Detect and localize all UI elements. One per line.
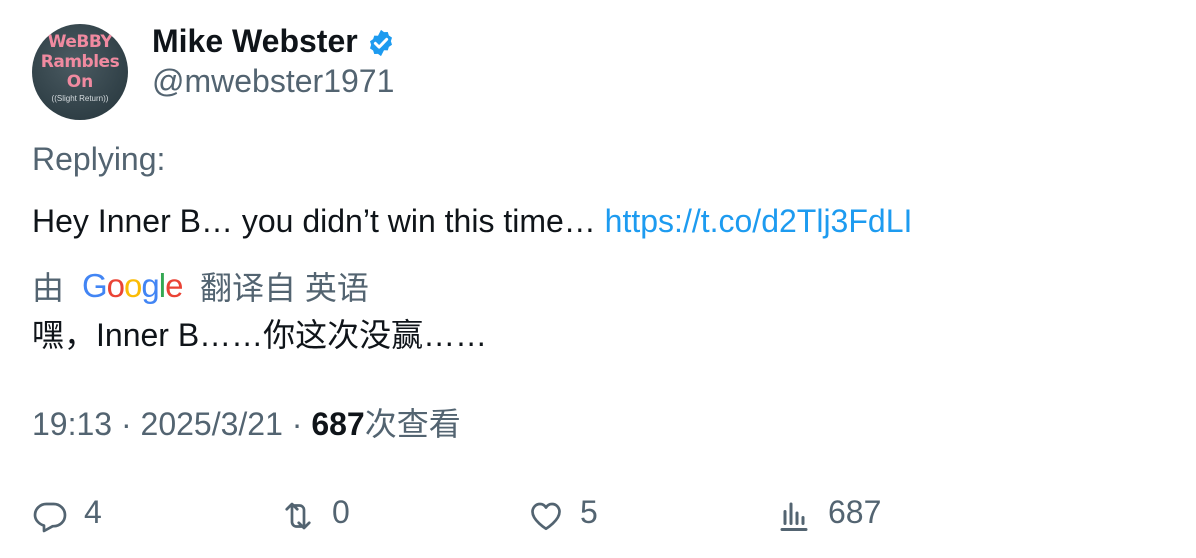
author-handle[interactable]: @mwebster1971: [152, 62, 394, 100]
views-count: 687: [311, 406, 365, 442]
tweet-body: Hey Inner B… you didn’t win this time…: [32, 203, 596, 239]
avatar-text-line4: ((Slight Return)): [51, 94, 109, 103]
action-bar: 4 0 5 687: [0, 490, 1196, 534]
translated-from-label: 翻译自 英语: [200, 270, 369, 306]
reply-button[interactable]: 4: [32, 490, 152, 534]
replying-label: Replying:: [32, 141, 166, 177]
google-logo: Google: [82, 267, 183, 304]
heart-icon: [531, 502, 561, 531]
avatar-text-line1: WeBBY: [47, 32, 113, 52]
translated-by-label: 由: [32, 270, 65, 306]
like-button[interactable]: 5: [528, 490, 648, 534]
tweet-date[interactable]: 2025/3/21: [141, 406, 283, 442]
like-count: 5: [580, 494, 598, 530]
views-label: 次查看: [364, 406, 461, 442]
analytics-icon: [780, 502, 808, 531]
reply-count: 4: [84, 494, 102, 530]
tweet-time[interactable]: 19:13: [32, 406, 112, 442]
retweet-button[interactable]: 0: [280, 490, 400, 534]
views-action-count: 687: [828, 494, 882, 530]
retweet-count: 0: [332, 494, 350, 530]
tweet-link[interactable]: https://t.co/d2Tlj3FdLI: [605, 203, 913, 239]
retweet-icon: [285, 502, 311, 530]
avatar-text-line3: On: [66, 72, 94, 92]
meta-separator: ·: [120, 406, 132, 442]
tweet-text: Hey Inner B… you didn’t win this time… h…: [32, 202, 912, 240]
avatar-text-line2: Rambles: [40, 52, 120, 72]
author-avatar[interactable]: WeBBY Rambles On ((Slight Return)): [32, 24, 128, 120]
views-button[interactable]: 687: [776, 490, 916, 534]
author-name[interactable]: Mike Webster: [152, 22, 358, 60]
translated-text: 嘿，Inner B……你这次没赢……: [32, 317, 488, 353]
reply-icon: [33, 502, 67, 533]
meta-separator: ·: [291, 406, 303, 442]
verified-badge-icon: [370, 29, 392, 57]
tweet-meta: 19:13 · 2025/3/21 · 687次查看: [32, 404, 461, 444]
